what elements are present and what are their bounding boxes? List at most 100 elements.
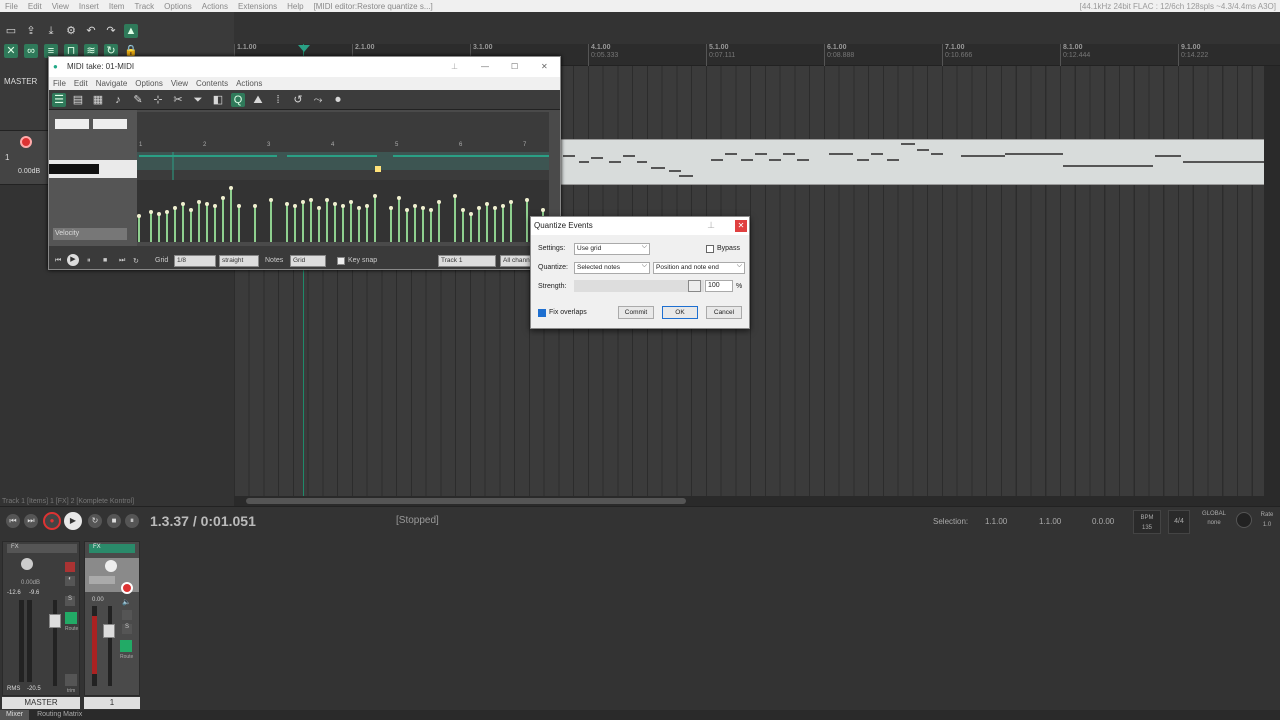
list-view-icon[interactable]: ☰ xyxy=(52,93,66,107)
go-start-icon[interactable]: ⏮ xyxy=(6,514,20,528)
settings-select[interactable]: Use grid xyxy=(574,242,650,255)
bypass-checkbox[interactable] xyxy=(706,245,714,253)
record-arm-button[interactable] xyxy=(20,136,32,148)
piano-key-black[interactable] xyxy=(49,164,99,174)
maximize-icon[interactable]: ☐ xyxy=(511,57,518,77)
menu-extensions[interactable]: Extensions xyxy=(233,2,282,11)
quantize-dialog-titlebar[interactable]: Quantize Events xyxy=(531,217,749,235)
track-fader[interactable] xyxy=(103,624,115,638)
time-signature[interactable]: 4/4 xyxy=(1168,510,1190,534)
fix-overlaps-checkbox[interactable] xyxy=(538,309,546,317)
metronome-icon[interactable]: ▲ xyxy=(124,24,138,38)
strength-input[interactable]: 100 xyxy=(705,280,733,292)
erase-icon[interactable]: ✂ xyxy=(171,93,185,107)
strength-slider-thumb[interactable] xyxy=(688,280,701,292)
master-solo-icon[interactable]: S xyxy=(65,596,75,606)
menu-item[interactable]: Item xyxy=(104,2,130,11)
link-icon[interactable]: ∞ xyxy=(24,44,38,58)
track-mono-icon[interactable] xyxy=(122,610,132,620)
midi-item[interactable] xyxy=(560,139,1268,185)
track-speaker-icon[interactable]: 🔈 xyxy=(122,598,132,608)
track-fader-track[interactable] xyxy=(108,606,112,686)
track-record-arm-icon[interactable] xyxy=(121,582,133,594)
rate-box[interactable]: Rate 1.0 xyxy=(1256,510,1278,534)
chase-icon[interactable]: ⤳ xyxy=(311,93,325,107)
quantize-target-select[interactable]: Selected notes xyxy=(574,261,650,274)
menu-file[interactable]: File xyxy=(0,2,23,11)
track-select[interactable]: Track 1 xyxy=(438,255,496,267)
new-project-icon[interactable]: ▭ xyxy=(4,24,18,38)
midi-menu-edit[interactable]: Edit xyxy=(70,79,92,88)
field-box[interactable] xyxy=(93,119,127,129)
master-route-icon[interactable] xyxy=(65,612,77,624)
settings-icon[interactable]: ⚙ xyxy=(64,24,78,38)
menu-options[interactable]: Options xyxy=(159,2,197,11)
midi-menu-view[interactable]: View xyxy=(167,79,192,88)
notation-icon[interactable]: ▦ xyxy=(91,93,105,107)
cancel-button[interactable]: Cancel xyxy=(706,306,742,319)
selection-start[interactable]: 1.1.00 xyxy=(985,517,1007,526)
pause-button[interactable]: ⏸ xyxy=(125,514,139,528)
repeat-button[interactable]: ↻ xyxy=(88,514,102,528)
close-icon[interactable]: ✕ xyxy=(541,57,548,77)
menu-view[interactable]: View xyxy=(47,2,74,11)
open-icon[interactable]: ⇪ xyxy=(24,24,38,38)
time-position[interactable]: 1.3.37 / 0:01.051 xyxy=(150,513,256,529)
strength-slider[interactable] xyxy=(574,280,704,292)
loop-toggle-icon[interactable]: ↺ xyxy=(291,93,305,107)
pin-icon[interactable]: ⊥ xyxy=(451,57,458,77)
notes-select[interactable]: Grid xyxy=(290,255,326,267)
humanize-icon[interactable]: ⛰ xyxy=(251,93,265,107)
midi-menu-options[interactable]: Options xyxy=(131,79,167,88)
event-properties-icon[interactable]: ◧ xyxy=(211,93,225,107)
piano-roll-icon[interactable]: ▤ xyxy=(71,93,85,107)
master-mute-icon[interactable] xyxy=(65,562,75,572)
menu-track[interactable]: Track xyxy=(129,2,159,11)
track-strip-name[interactable]: 1 xyxy=(84,697,140,709)
skip-forward-icon[interactable]: ⏭ xyxy=(119,257,125,265)
track-fx-button[interactable]: FX xyxy=(89,544,135,553)
play-icon[interactable]: ▶ xyxy=(67,254,79,266)
midi-menu-file[interactable]: File xyxy=(49,79,70,88)
velocity-lane[interactable] xyxy=(137,180,549,242)
quantize-icon[interactable]: Q xyxy=(231,93,245,107)
grid-toggle-icon[interactable]: ⁞ xyxy=(271,93,285,107)
selection-end[interactable]: 1.1.00 xyxy=(1039,517,1061,526)
repeat-icon[interactable]: ↻ xyxy=(133,257,139,265)
record-button[interactable]: ● xyxy=(43,512,61,530)
track-route-icon[interactable] xyxy=(120,640,132,652)
skip-back-icon[interactable]: ⏮ xyxy=(55,257,61,265)
field-box[interactable] xyxy=(55,119,89,129)
grid-type-select[interactable]: straight xyxy=(219,255,259,267)
channel-select[interactable]: All chann xyxy=(500,255,532,267)
filter-icon[interactable]: ⏷ xyxy=(191,93,205,107)
minimize-icon[interactable]: — xyxy=(481,57,489,77)
key-snap-checkbox[interactable] xyxy=(337,257,345,265)
close-icon[interactable]: ✕ xyxy=(735,220,747,232)
track-solo-icon[interactable]: S xyxy=(122,624,132,634)
midi-menu-contents[interactable]: Contents xyxy=(192,79,232,88)
grid-select[interactable]: 1/8 xyxy=(174,255,216,267)
rate-knob[interactable] xyxy=(1236,512,1252,528)
commit-button[interactable]: Commit xyxy=(618,306,654,319)
master-pan-knob[interactable] xyxy=(21,558,33,570)
vertical-scrollbar[interactable] xyxy=(1264,66,1280,496)
midi-editor-titlebar[interactable]: MIDI take: 01-MIDI ● ⊥ — ☐ ✕ xyxy=(49,57,560,77)
piano-keys[interactable]: Velocity xyxy=(49,110,137,246)
midi-menu-navigate[interactable]: Navigate xyxy=(92,79,132,88)
stop-icon[interactable]: ■ xyxy=(103,257,107,264)
selection-length[interactable]: 0.0.00 xyxy=(1092,517,1114,526)
step-input-icon[interactable]: ⏺ xyxy=(331,93,345,107)
playhead-marker[interactable] xyxy=(298,45,310,52)
play-button[interactable]: ▶ xyxy=(64,512,82,530)
go-end-icon[interactable]: ⏭ xyxy=(24,514,38,528)
master-mono-icon[interactable]: ◐ xyxy=(65,576,75,586)
tab-mixer[interactable]: Mixer xyxy=(0,710,30,720)
tab-routing-matrix[interactable]: Routing Matrix xyxy=(31,710,88,720)
quantize-mode-select[interactable]: Position and note end xyxy=(653,261,745,274)
midi-menu-actions[interactable]: Actions xyxy=(232,79,266,88)
master-fader-track[interactable] xyxy=(53,600,57,686)
menu-help[interactable]: Help xyxy=(282,2,308,11)
pencil-icon[interactable]: ✎ xyxy=(131,93,145,107)
redo-icon[interactable]: ↷ xyxy=(104,24,118,38)
